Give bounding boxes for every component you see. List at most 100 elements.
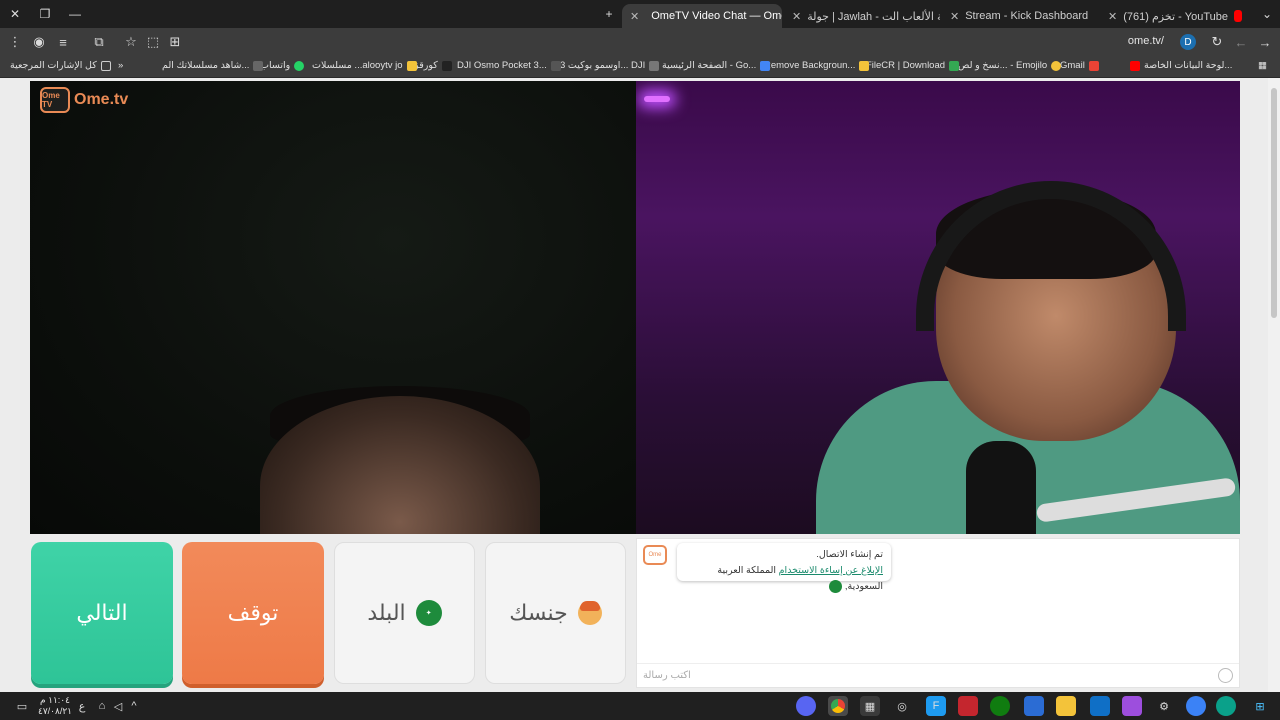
bookmark-item[interactable]: مسلسلات ...alooytv jo: [312, 60, 417, 71]
tab-jawlah[interactable]: ✕ جولة | Jawlah - منصة الألعاب الت: [784, 4, 940, 28]
outlook-icon[interactable]: [1090, 696, 1110, 716]
extensions-puzzle-icon[interactable]: ⧉: [90, 33, 108, 51]
bookmark-star-icon[interactable]: ☆: [122, 33, 140, 51]
close-tab-icon[interactable]: ✕: [1108, 10, 1117, 23]
tab-youtube[interactable]: ✕ (761) تخزم - YouTube: [1100, 4, 1250, 28]
media-icon[interactable]: ≡: [54, 33, 72, 51]
page-scrollbar[interactable]: [1268, 78, 1280, 692]
profile-avatar[interactable]: D: [1180, 34, 1196, 50]
forward-icon[interactable]: →: [1256, 33, 1274, 51]
edge-dev-icon[interactable]: [1024, 696, 1044, 716]
copilot-icon[interactable]: [1186, 696, 1206, 716]
settings-icon[interactable]: ⚙: [1154, 696, 1174, 716]
time-text: ١١:٠٤ م: [40, 695, 70, 705]
bookmark-item[interactable]: كورقز: [414, 60, 452, 71]
boy-avatar-icon: [577, 601, 602, 625]
emoji-icon[interactable]: [1218, 668, 1233, 683]
windows-start-icon[interactable]: ⊞: [1250, 696, 1270, 716]
tab-title: Stream - Kick Dashboard: [965, 10, 1089, 22]
close-window-icon[interactable]: ✕: [0, 0, 30, 28]
address-bar[interactable]: ome.tv/: [1128, 35, 1164, 47]
notifications-icon[interactable]: ▭: [12, 696, 32, 716]
close-tab-icon[interactable]: ✕: [950, 10, 959, 23]
chat-panel: Ome تم إنشاء الاتصال. الإبلاغ عن إساءة ا…: [636, 538, 1240, 688]
ometv-logo: Ome TV Ome.tv: [40, 87, 128, 113]
bookmark-item[interactable]: لوحة البيانات الخاصة...: [1130, 60, 1232, 71]
bookmark-item[interactable]: DJI Osmo Pocket 3...: [457, 60, 561, 71]
close-tab-icon[interactable]: ✕: [630, 10, 639, 23]
microphone: [966, 441, 1036, 534]
file-explorer-icon[interactable]: [1056, 696, 1076, 716]
extension-icon[interactable]: ◉: [30, 33, 48, 51]
self-video: [636, 81, 1240, 534]
discord-icon[interactable]: [796, 696, 816, 716]
tab-title: (761) تخزم - YouTube: [1123, 10, 1229, 23]
tab-search-icon[interactable]: ⌄: [1252, 0, 1280, 28]
date-text: ٤٧/٠٨/٢١: [38, 706, 73, 716]
bookmark-item[interactable]: Gmail: [1060, 60, 1099, 71]
message-placeholder: اكتب رسالة: [643, 670, 691, 681]
restore-window-icon[interactable]: ❐: [30, 0, 60, 28]
saudi-flag-small-icon: [829, 579, 843, 593]
tab-ometv[interactable]: ✕ OmeTV Video Chat — Ome: [622, 4, 782, 28]
app-f-icon[interactable]: F: [926, 696, 946, 716]
stop-button[interactable]: توقف: [182, 542, 324, 684]
bookmarks-overflow-icon[interactable]: »: [118, 60, 123, 71]
tab-title: OmeTV Video Chat — Ome: [651, 10, 782, 22]
scrollbar-thumb[interactable]: [1271, 88, 1277, 318]
obs-icon[interactable]: ◎: [892, 696, 912, 716]
minimize-window-icon[interactable]: —: [60, 0, 90, 28]
bookmark-item[interactable]: نسخ و لص... - Emojilo: [958, 60, 1062, 71]
edge-icon[interactable]: [1216, 696, 1236, 716]
saudi-flag-icon: ✦: [415, 600, 442, 626]
language-indicator[interactable]: ع: [72, 696, 92, 716]
bookmark-item[interactable]: الصفحة الرئيسية - Go...: [662, 60, 771, 71]
chrome-icon[interactable]: [828, 696, 848, 716]
next-label: التالي: [76, 600, 128, 625]
stranger-video: Ome TV Ome.tv: [30, 81, 636, 534]
all-bookmarks-folder[interactable]: كل الإشارات المرجعية: [10, 60, 111, 71]
windows-taskbar: ▭ ١١:٠٤ م ٤٧/٠٨/٢١ ع ⌂ ◁ ^ ▦ ◎ F ⚙ ⊞: [0, 692, 1280, 720]
youtube-favicon-icon: [1234, 10, 1242, 22]
ometv-chat-icon: Ome: [643, 545, 667, 565]
reload-icon[interactable]: ↻: [1208, 33, 1226, 51]
ometv-logo-icon: Ome TV: [40, 87, 70, 113]
gender-button[interactable]: جنسك: [485, 542, 626, 684]
clock[interactable]: ١١:٠٤ م ٤٧/٠٨/٢١: [38, 695, 72, 717]
install-app-icon[interactable]: ⊞: [166, 33, 184, 51]
new-tab-icon[interactable]: +: [594, 0, 624, 28]
country-button[interactable]: البلد ✦: [334, 542, 475, 684]
tab-title: جولة | Jawlah - منصة الألعاب الت: [807, 10, 940, 23]
bookmarks-bar: ▦ لوحة البيانات الخاصة... Gmail نسخ و لص…: [0, 56, 1280, 78]
close-tab-icon[interactable]: ✕: [792, 10, 801, 23]
apps-grid-icon[interactable]: ▦: [1258, 60, 1267, 71]
connection-text: تم إنشاء الاتصال.: [816, 549, 883, 560]
headset: [916, 181, 1186, 331]
system-message: تم إنشاء الاتصال. الإبلاغ عن إساءة الاست…: [677, 543, 891, 593]
screenshot-icon[interactable]: ⬚: [144, 33, 162, 51]
gender-label: جنسك: [509, 600, 568, 625]
bookmark-item[interactable]: Remove Backgroun...: [764, 60, 870, 71]
message-input[interactable]: اكتب رسالة: [637, 663, 1239, 687]
bookmark-item[interactable]: FileCR | Download: [866, 60, 960, 71]
browser-tab-strip: ✕ ❐ — + ✕ OmeTV Video Chat — Ome ✕ جولة …: [0, 0, 1280, 28]
bookmark-item[interactable]: واتساب: [260, 60, 305, 71]
report-abuse-link[interactable]: الإبلاغ عن إساءة الاستخدام: [779, 565, 883, 576]
menu-icon[interactable]: ⋮: [6, 33, 24, 51]
show-hidden-icons[interactable]: ^: [124, 696, 144, 716]
bookmark-item[interactable]: اوسمو بوكيت 3... DJI: [560, 60, 660, 71]
ometv-logo-text: Ome.tv: [74, 91, 129, 108]
stop-label: توقف: [227, 600, 279, 625]
app-icon[interactable]: [1122, 696, 1142, 716]
bookmark-item[interactable]: شاهد مسلسلاتك الم...: [162, 60, 264, 71]
next-button[interactable]: التالي: [31, 542, 173, 684]
back-icon[interactable]: ←: [1232, 33, 1250, 51]
red-app-icon[interactable]: [958, 696, 978, 716]
browser-toolbar: ⋮ ◉ ≡ ⧉ ☆ ⬚ ⊞ ome.tv/ D ↻ ← →: [0, 28, 1280, 56]
purple-lamp: [644, 96, 670, 102]
xbox-icon[interactable]: [990, 696, 1010, 716]
tab-kick[interactable]: ✕ Stream - Kick Dashboard: [942, 4, 1092, 28]
store-icon[interactable]: ▦: [860, 696, 880, 716]
ometv-page: Ome TV Ome.tv التالي توقف البلد ✦ جنسك O…: [0, 78, 1280, 692]
country-label: البلد: [367, 600, 406, 625]
